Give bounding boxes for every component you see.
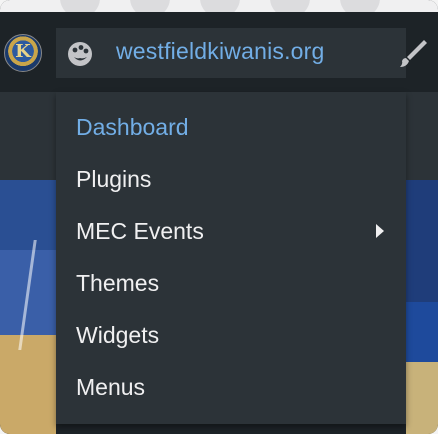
menu-item-label: Menus (76, 374, 146, 400)
menu-item-label: Dashboard (76, 114, 189, 140)
submenu-arrow-icon (376, 224, 384, 238)
dashboard-palette-icon (68, 42, 92, 66)
site-dropdown-menu: Dashboard Plugins MEC Events Themes Widg… (56, 92, 406, 424)
menu-item-mec-events[interactable]: MEC Events (56, 210, 406, 254)
menu-item-label: Widgets (76, 322, 160, 348)
admin-bar: K westfieldkiwanis.org (0, 12, 438, 92)
menu-item-menus[interactable]: Menus (56, 366, 406, 410)
menu-item-plugins[interactable]: Plugins (56, 158, 406, 202)
menu-item-label: Plugins (76, 166, 152, 192)
paintbrush-icon[interactable] (394, 36, 430, 72)
kiwanis-logo-icon[interactable]: K (4, 34, 42, 72)
top-strip (0, 0, 438, 18)
site-name-link[interactable]: westfieldkiwanis.org (56, 28, 406, 78)
logo-letter: K (15, 41, 31, 62)
menu-item-label: Themes (76, 270, 160, 296)
menu-item-label: MEC Events (76, 218, 204, 244)
background-page-image (406, 92, 438, 434)
menu-item-themes[interactable]: Themes (56, 262, 406, 306)
menu-item-widgets[interactable]: Widgets (56, 314, 406, 358)
browser-frame: K westfieldkiwanis.org Dashboard Plugins… (0, 0, 438, 434)
menu-item-dashboard[interactable]: Dashboard (56, 106, 406, 150)
site-name: westfieldkiwanis.org (116, 38, 325, 64)
